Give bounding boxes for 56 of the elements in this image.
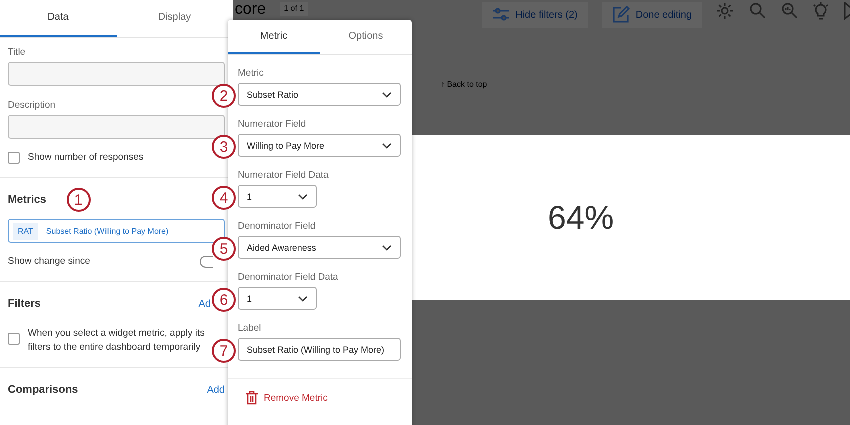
checkbox[interactable] — [8, 333, 20, 345]
title-field[interactable] — [8, 62, 225, 86]
field-label: Numerator Field Data — [238, 170, 330, 181]
toggle-switch[interactable] — [200, 256, 213, 268]
dropdown[interactable]: Aided Awareness — [238, 236, 401, 259]
chevron-down-icon — [382, 244, 392, 250]
field-label: Metric — [238, 68, 265, 79]
callout-number: 7 — [212, 339, 236, 363]
chevron-down-icon — [298, 296, 308, 302]
dropdown[interactable]: Subset Ratio — [238, 83, 401, 106]
magnifier-icon[interactable] — [780, 2, 798, 20]
dropdown[interactable]: 1 — [238, 185, 317, 208]
dropdown[interactable]: 1 — [238, 287, 317, 310]
field-label: Title — [8, 47, 27, 58]
remove-metric-button[interactable]: Remove Metric — [246, 391, 328, 405]
back-to-top-link[interactable]: ↑ Back to top — [441, 80, 488, 89]
trash-icon — [246, 391, 258, 405]
add-link[interactable]: Add — [207, 384, 225, 396]
page-dropdown[interactable]: 1 of 1 — [280, 2, 308, 16]
field-label: Denominator Field — [238, 221, 317, 232]
section-heading: Filters — [8, 298, 42, 310]
chevron-down-icon — [382, 142, 392, 148]
field-label: Description — [8, 100, 57, 111]
checkbox-label: Show number of responses — [28, 151, 144, 165]
callout-number: 3 — [212, 135, 236, 159]
sliders-icon — [492, 7, 510, 23]
field-label: Denominator Field Data — [238, 272, 340, 283]
callout-number: 1 — [66, 188, 91, 212]
popup-tab[interactable]: Metric — [228, 20, 320, 54]
metric-tag: RAT — [13, 222, 38, 240]
description-field[interactable] — [8, 115, 225, 139]
checkbox-label: When you select a widget metric, apply its filters to the entire dashboard temporarily — [28, 327, 206, 355]
section-heading: Comparisons — [8, 384, 78, 396]
label-field[interactable]: Subset Ratio (Willing to Pay More) — [238, 338, 401, 361]
field-label: Numerator Field — [238, 119, 308, 130]
chevron-down-icon — [382, 92, 392, 98]
callout-number: 2 — [212, 84, 236, 108]
dropdown[interactable]: Willing to Pay More — [238, 134, 401, 157]
chevron-down-icon — [298, 194, 308, 200]
panel-tab[interactable]: Data — [0, 0, 116, 37]
field-label: Label — [238, 323, 262, 334]
section-heading: Metrics — [8, 194, 47, 206]
toggle-label: Show change since — [8, 255, 90, 269]
checkbox[interactable] — [8, 152, 20, 164]
add-link[interactable]: Ad — [198, 298, 211, 310]
metric-item[interactable]: RAT Subset Ratio (Willing to Pay More) — [8, 219, 225, 243]
popup-tab[interactable]: Options — [320, 20, 412, 54]
metric-label: Subset Ratio (Willing to Pay More) — [46, 226, 169, 236]
pencil-icon — [612, 6, 630, 24]
lightbulb-icon[interactable] — [812, 2, 830, 20]
callout-number: 6 — [212, 288, 236, 312]
callout-number: 5 — [212, 237, 236, 261]
dashboard-title: core — [235, 2, 266, 18]
callout-number: 4 — [212, 186, 236, 210]
magnifier-icon[interactable] — [748, 2, 766, 20]
metric-value: 64% — [548, 198, 614, 236]
